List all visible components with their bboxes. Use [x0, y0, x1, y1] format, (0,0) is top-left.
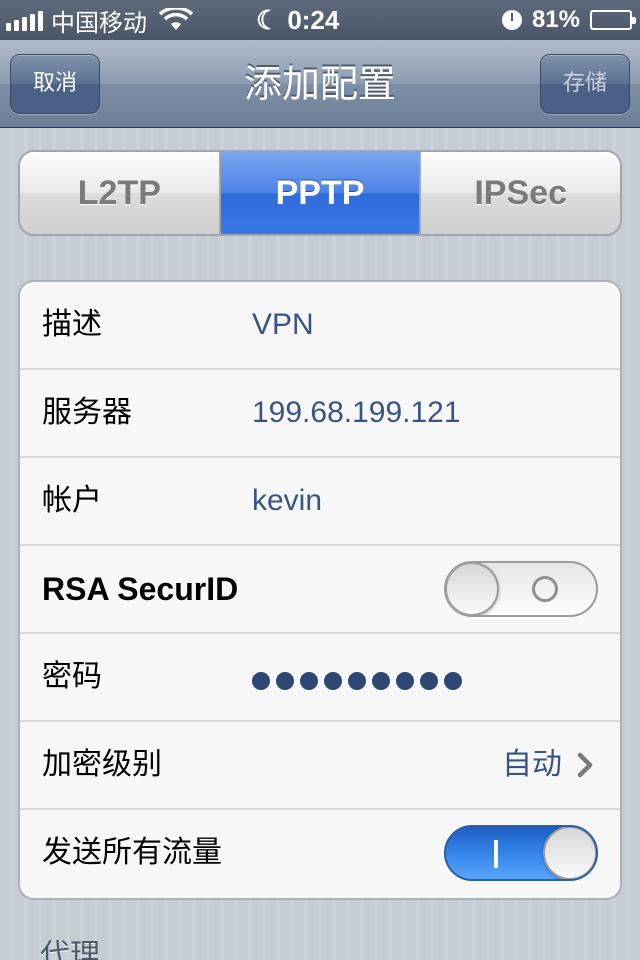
encryption-level-label: 加密级别 [42, 747, 162, 782]
description-label: 描述 [42, 307, 102, 342]
password-dot [420, 672, 438, 690]
toggle-off-mark [532, 576, 558, 602]
battery-icon [590, 10, 636, 30]
rotation-lock-icon [501, 10, 522, 30]
password-dot [324, 672, 342, 690]
encryption-level-row[interactable]: 加密级别 自动 [20, 722, 620, 810]
server-label: 服务器 [42, 395, 132, 430]
password-dot [300, 672, 318, 690]
encryption-level-value: 自动 [502, 747, 562, 782]
status-right: 81% [501, 0, 636, 40]
rsa-securid-row: RSA SecurID [20, 546, 620, 634]
password-dot [348, 672, 366, 690]
status-left: 中国移动 [6, 0, 193, 40]
password-dot [276, 672, 294, 690]
save-button[interactable]: 存储 [539, 54, 630, 114]
password-dot [396, 672, 414, 690]
password-field[interactable] [252, 672, 462, 690]
vpn-settings-group: 描述 VPN 服务器 199.68.199.121 帐户 kevin RSA S… [18, 280, 622, 900]
password-row[interactable]: 密码 [20, 634, 620, 722]
battery-percent: 81% [531, 6, 580, 33]
server-row[interactable]: 服务器 199.68.199.121 [20, 370, 620, 458]
proxy-section-header: 代理 [40, 938, 100, 960]
toggle-knob[interactable] [543, 827, 596, 879]
wifi-icon [159, 8, 193, 30]
server-field[interactable]: 199.68.199.121 [252, 370, 461, 456]
account-field[interactable]: kevin [252, 458, 322, 544]
segment-ipsec[interactable]: IPSec [421, 152, 620, 234]
carrier-name: 中国移动 [51, 9, 147, 37]
description-field[interactable]: VPN [252, 282, 314, 368]
password-dot [444, 672, 462, 690]
status-bar: 中国移动 ☾ 0:24 81% [0, 0, 640, 40]
password-dot [252, 672, 270, 690]
chevron-right-icon [577, 752, 593, 778]
signal-icon [6, 9, 43, 31]
toggle-on-mark [494, 840, 498, 868]
toggle-knob[interactable] [446, 563, 499, 615]
cancel-button[interactable]: 取消 [10, 54, 101, 114]
status-center: ☾ 0:24 [256, 0, 339, 40]
send-all-traffic-toggle[interactable] [444, 825, 598, 881]
status-time: 0:24 [287, 4, 340, 35]
password-label: 密码 [42, 659, 102, 694]
rsa-securid-toggle[interactable] [444, 561, 598, 617]
vpn-type-segmented-control: L2TP PPTP IPSec [18, 150, 622, 236]
account-row[interactable]: 帐户 kevin [20, 458, 620, 546]
rsa-securid-label: RSA SecurID [42, 571, 239, 607]
description-row[interactable]: 描述 VPN [20, 282, 620, 370]
send-all-traffic-label: 发送所有流量 [42, 835, 222, 870]
moon-icon: ☾ [256, 4, 280, 35]
password-dot [372, 672, 390, 690]
account-label: 帐户 [42, 483, 102, 518]
send-all-traffic-row: 发送所有流量 [20, 810, 620, 898]
navigation-bar: 添加配置 取消 存储 [0, 40, 640, 128]
segment-l2tp[interactable]: L2TP [20, 152, 221, 234]
segment-pptp[interactable]: PPTP [220, 152, 422, 234]
